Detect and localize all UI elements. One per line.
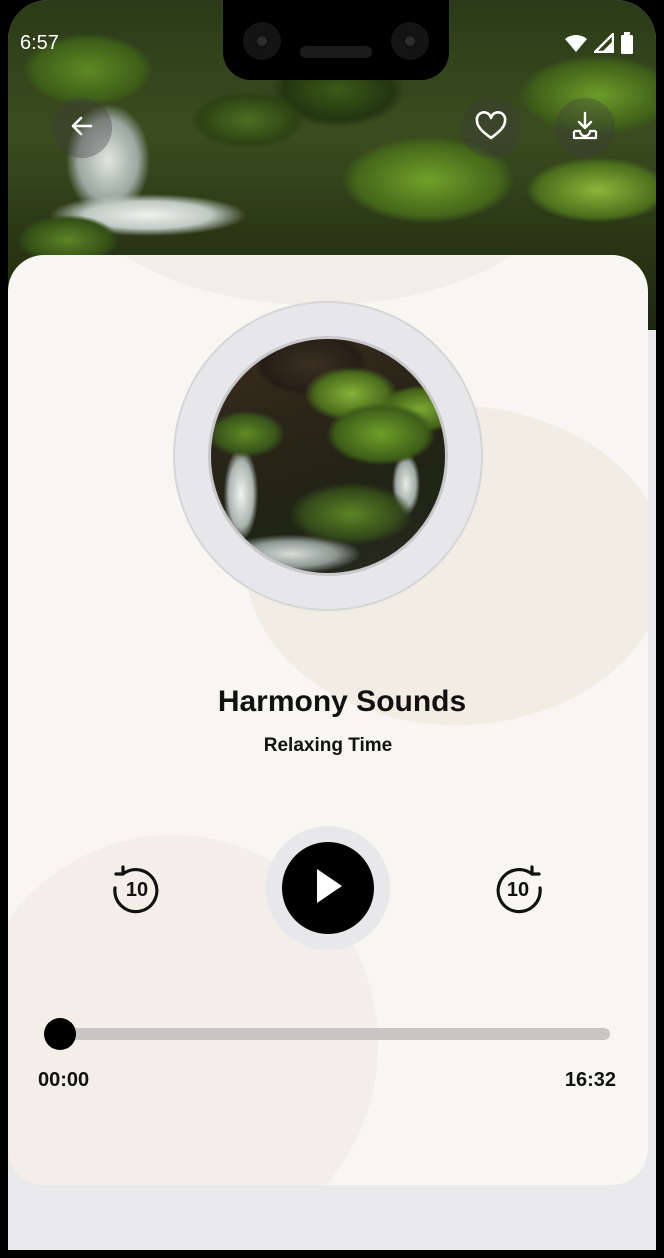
forward-10-icon: 10 xyxy=(496,865,542,914)
play-button[interactable] xyxy=(282,842,374,934)
front-camera xyxy=(243,22,281,60)
bottom-bezel xyxy=(0,1250,664,1258)
forward-amount: 10 xyxy=(507,879,529,901)
artwork-frame xyxy=(173,301,483,611)
rewind-10-icon: 10 xyxy=(113,865,159,914)
back-button[interactable] xyxy=(52,98,112,158)
track-subtitle: Relaxing Time xyxy=(263,735,393,756)
rewind-amount: 10 xyxy=(126,879,148,901)
background-blob xyxy=(68,255,568,305)
download-button[interactable] xyxy=(555,98,615,158)
battery-icon xyxy=(620,32,634,59)
forward-10-button[interactable]: 10 xyxy=(489,858,549,918)
rewind-10-button[interactable]: 10 xyxy=(106,858,166,918)
progress-thumb[interactable] xyxy=(44,1018,76,1050)
earpiece-speaker xyxy=(300,46,372,58)
total-duration: 16:32 xyxy=(564,1069,616,1091)
play-button-ring xyxy=(266,826,390,950)
phone-frame: 6:57 Harmony Sounds Relaxing Time 10 10 … xyxy=(0,0,664,1258)
front-sensor xyxy=(391,22,429,60)
camera-notch xyxy=(223,0,449,80)
app-screen: 6:57 Harmony Sounds Relaxing Time 10 10 … xyxy=(8,0,656,1250)
arrow-left-icon xyxy=(69,113,95,144)
favorite-button[interactable] xyxy=(461,98,521,158)
status-icons xyxy=(564,31,634,59)
status-time: 6:57 xyxy=(20,32,59,54)
current-time: 00:00 xyxy=(38,1069,90,1091)
album-artwork xyxy=(208,336,448,576)
heart-icon xyxy=(474,110,508,146)
track-title: Harmony Sounds xyxy=(217,685,467,718)
progress-slider[interactable] xyxy=(44,1018,610,1050)
wifi-icon xyxy=(564,33,588,58)
play-icon xyxy=(311,866,345,911)
player-card: Harmony Sounds Relaxing Time 10 10 00:00… xyxy=(8,255,648,1185)
signal-icon xyxy=(592,31,615,58)
download-icon xyxy=(570,110,600,147)
